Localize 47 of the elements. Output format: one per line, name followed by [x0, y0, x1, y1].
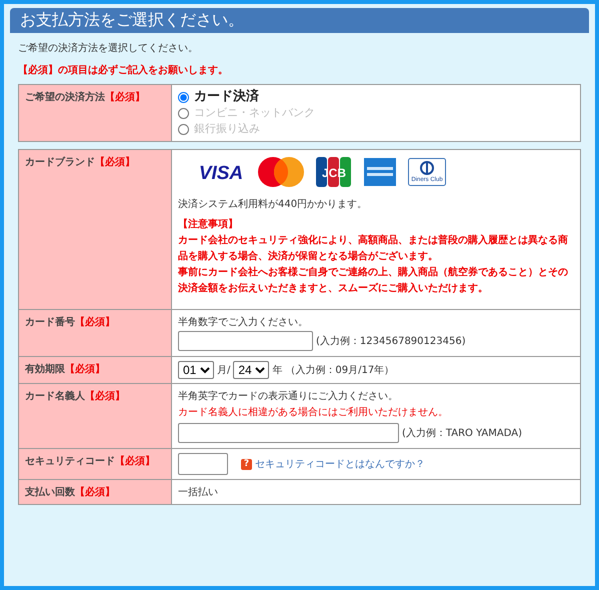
- radio-option[interactable]: カード決済: [178, 89, 574, 105]
- required-tag: 【必須】: [115, 456, 155, 467]
- field-label: カード番号: [25, 317, 75, 328]
- example-text: (入力例：1234567890123456): [316, 334, 466, 348]
- field-label: カード名義人: [25, 391, 85, 402]
- security-code-field[interactable]: [178, 453, 228, 475]
- example-text: (入力例：TARO YAMADA): [402, 426, 522, 440]
- notice-heading: 【注意事項】: [178, 217, 239, 232]
- example-text: （入力例：09月/17年）: [285, 364, 394, 377]
- year-select[interactable]: 24: [233, 361, 270, 379]
- required-tag: 【必須】: [65, 364, 105, 375]
- amex-logo: [364, 158, 396, 186]
- help-icon: ?: [241, 458, 252, 470]
- hint-text: 半角英字でカードの表示通りにご入力ください。: [178, 390, 399, 404]
- radio-button[interactable]: [178, 92, 189, 102]
- month-select[interactable]: 01: [178, 361, 214, 379]
- radio-button[interactable]: [178, 124, 189, 134]
- mastercard-logo: [258, 157, 304, 187]
- year-unit: 年: [272, 364, 282, 377]
- field-label: カードブランド: [25, 157, 95, 168]
- radio-button[interactable]: [178, 108, 189, 118]
- field-label: 支払い回数: [25, 487, 75, 498]
- option-label: コンビニ・ネットバンク: [194, 105, 315, 121]
- option-label: カード決済: [194, 89, 259, 105]
- required-tag: 【必須】: [95, 157, 135, 168]
- visa-logo: VISA: [196, 163, 246, 181]
- card-number-field[interactable]: [178, 331, 313, 351]
- required-notice: 【必須】の項目は必ずご記入をお願いします。: [18, 64, 229, 77]
- required-tag: 【必須】: [85, 391, 125, 402]
- field-label: ご希望の決済方法: [25, 92, 105, 103]
- hint-text: 半角数字でご入力ください。: [178, 316, 309, 330]
- installments-value: 一括払い: [178, 487, 218, 498]
- help-link[interactable]: セキュリティコードとはなんですか？: [255, 457, 425, 471]
- required-tag: 【必須】: [75, 487, 115, 498]
- fee-text: 決済システム利用料が440円かかります。: [178, 198, 368, 211]
- cardholder-name-field[interactable]: [178, 423, 399, 443]
- option-label: 銀行振り込み: [194, 121, 260, 137]
- field-label: 有効期限: [25, 364, 65, 375]
- field-label: セキュリティコード: [25, 456, 115, 467]
- notice-text: 事前にカード会社へお客様ご自身でご連絡の上、購入商品（航空券であること）とその決済金額をお伝えいただきますと、スムーズにご購入いただけます。: [178, 265, 569, 296]
- notice-text: カード会社のセキュリティ強化により、高額商品、または普段の購入履歴とは異なる商品を購入する場合、決済が保留となる場合がございます。: [178, 233, 569, 264]
- instruction-text: ご希望の決済方法を選択してください。: [18, 42, 199, 55]
- month-unit: 月/: [217, 364, 230, 377]
- required-tag: 【必須】: [75, 317, 115, 328]
- required-tag: 【必須】: [105, 92, 145, 103]
- warning-text: カード名義人に相違がある場合にはご利用いただけません。: [178, 406, 449, 420]
- page-title: お支払方法をご選択ください。: [10, 8, 589, 33]
